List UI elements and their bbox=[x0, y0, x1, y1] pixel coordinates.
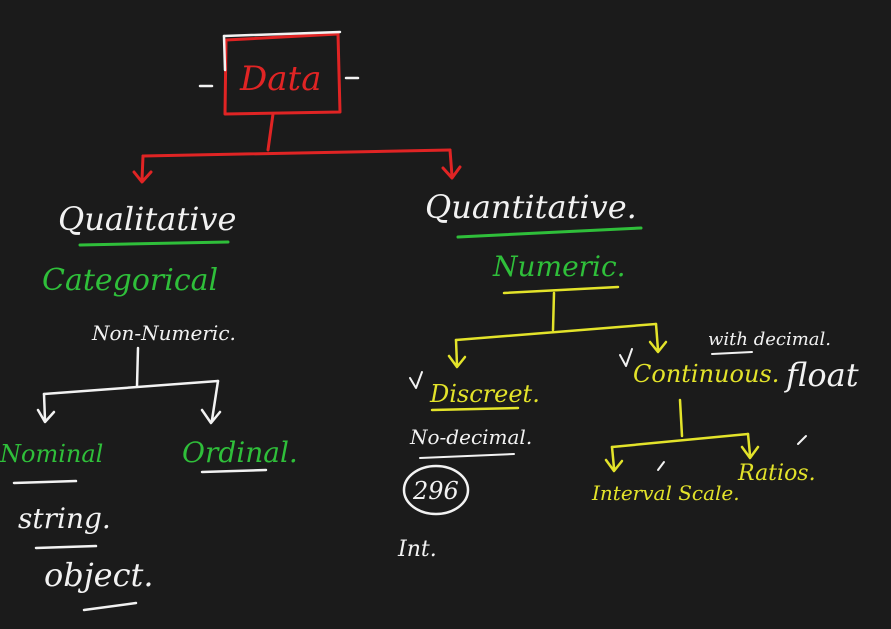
continuous-label: Continuous. bbox=[633, 360, 779, 388]
nominal-label: Nominal bbox=[0, 440, 103, 468]
quantitative-stem bbox=[551, 291, 556, 332]
with-decimal-underline bbox=[711, 351, 753, 355]
qualitative-bar bbox=[42, 379, 220, 396]
interval-scale-text: Interval Scale. bbox=[591, 481, 740, 505]
arrow-to-quantitative bbox=[441, 148, 462, 180]
arrow-to-discrete bbox=[447, 338, 467, 369]
root-box-left-white bbox=[222, 34, 227, 72]
diagram-svg: Data Qualitative Categorical Non-Numeric… bbox=[0, 30, 859, 612]
root-connectors bbox=[132, 112, 462, 184]
discrete-example-number: 296 bbox=[412, 477, 459, 505]
nominal-underline bbox=[12, 479, 78, 485]
numeric-underline bbox=[502, 285, 620, 295]
ordinal-label: Ordinal. bbox=[182, 436, 298, 469]
arrow-to-interval bbox=[604, 445, 624, 473]
root-node: Data bbox=[198, 30, 360, 116]
qualitative-branch: Qualitative Categorical Non-Numeric. Nom… bbox=[0, 200, 298, 612]
quantitative-underline bbox=[456, 226, 643, 239]
continuous-stem bbox=[678, 398, 684, 438]
arrow-to-qualitative bbox=[132, 154, 153, 184]
root-stem bbox=[266, 112, 275, 152]
categorical-label: Categorical bbox=[42, 263, 218, 298]
arrow-to-nominal bbox=[36, 392, 56, 424]
float-type-label: float bbox=[784, 356, 859, 394]
discrete-check-icon bbox=[409, 371, 423, 389]
qualitative-connectors bbox=[36, 346, 222, 425]
no-decimal-underline bbox=[419, 453, 515, 459]
ratios-label: Ratios. bbox=[737, 461, 816, 486]
whiteboard-canvas: Data Qualitative Categorical Non-Numeric… bbox=[0, 0, 891, 629]
string-example: string. bbox=[18, 502, 111, 535]
numeric-label: Numeric. bbox=[492, 250, 626, 283]
object-example: object. bbox=[44, 556, 154, 594]
root-label: Data bbox=[239, 59, 321, 99]
quantitative-connectors bbox=[447, 291, 668, 369]
no-decimal-note: No-decimal. bbox=[409, 425, 532, 449]
string-underline bbox=[34, 544, 98, 550]
continuous-bar bbox=[610, 432, 750, 449]
root-bar bbox=[141, 148, 452, 158]
quantitative-bar bbox=[454, 322, 658, 342]
continuous-check-icon bbox=[619, 348, 633, 367]
arrow-to-ordinal bbox=[200, 379, 222, 425]
discrete-underline bbox=[430, 406, 520, 412]
quantitative-title: Quantitative. bbox=[425, 188, 637, 226]
quantitative-branch: Quantitative. Numeric. Discreet. No-deci… bbox=[397, 188, 859, 562]
arrow-to-ratios bbox=[740, 432, 760, 460]
ratios-tick-mark bbox=[797, 435, 807, 445]
qualitative-title: Qualitative bbox=[58, 200, 236, 238]
interval-tick-mark bbox=[657, 461, 665, 471]
qualitative-stem bbox=[135, 346, 140, 388]
ordinal-underline bbox=[200, 468, 268, 474]
with-decimal-note: with decimal. bbox=[708, 329, 831, 350]
int-type-label: Int. bbox=[397, 537, 437, 562]
arrow-to-continuous bbox=[648, 322, 668, 354]
object-underline bbox=[82, 601, 138, 612]
continuous-connectors bbox=[604, 398, 760, 473]
discrete-label: Discreet. bbox=[429, 380, 540, 408]
non-numeric-note: Non-Numeric. bbox=[91, 321, 236, 345]
interval-scale-label: Interval Scale. bbox=[591, 481, 740, 505]
qualitative-underline bbox=[78, 240, 230, 247]
